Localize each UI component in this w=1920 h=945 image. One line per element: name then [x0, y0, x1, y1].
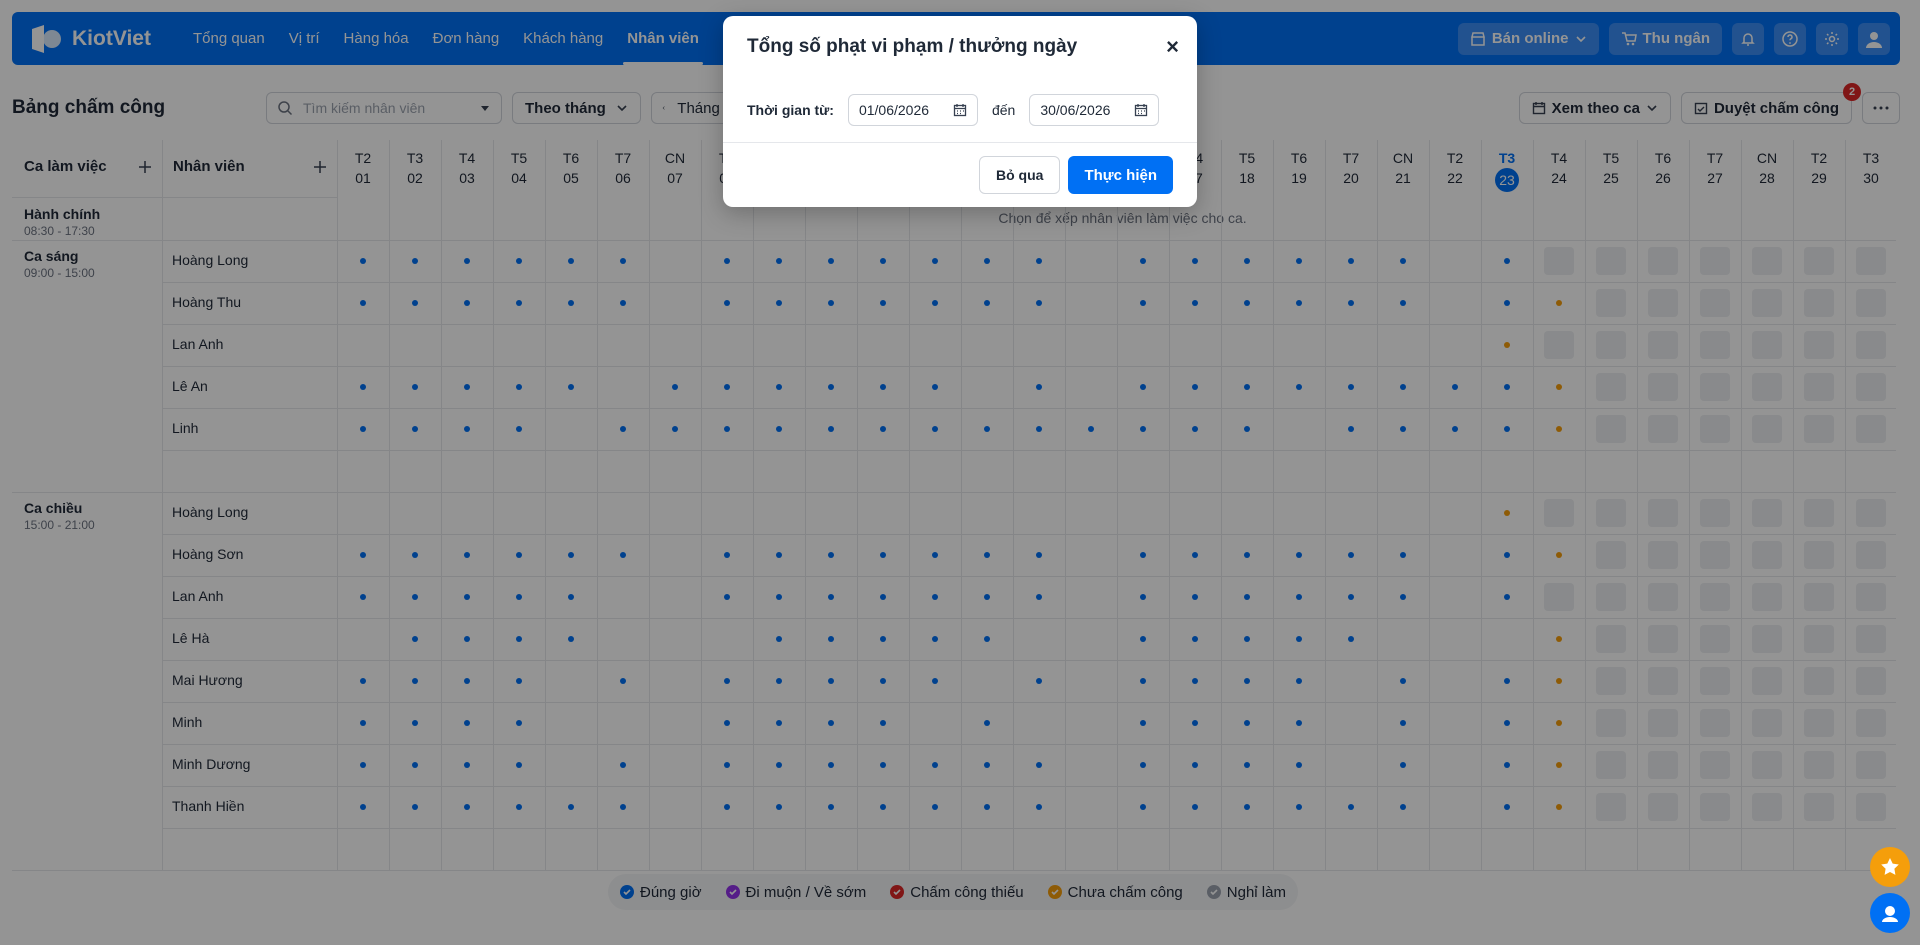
support-fab[interactable]	[1870, 893, 1910, 933]
to-date-input[interactable]: 30/06/2026	[1029, 94, 1160, 126]
dialog-divider	[723, 142, 1197, 143]
from-date-input[interactable]: 01/06/2026	[847, 94, 978, 126]
from-date-value: 01/06/2026	[858, 102, 930, 118]
cancel-button[interactable]: Bỏ qua	[979, 156, 1061, 194]
close-icon[interactable]: ×	[1166, 36, 1179, 58]
support-agent-icon	[1882, 906, 1898, 922]
submit-button[interactable]: Thực hiện	[1068, 156, 1173, 194]
calendar-icon[interactable]	[1134, 103, 1148, 117]
to-date-label: đến	[991, 102, 1016, 118]
penalty-bonus-dialog: Tổng số phạt vi phạm / thưởng ngày × Thờ…	[723, 16, 1197, 207]
star-icon	[1881, 858, 1899, 875]
to-date-value: 30/06/2026	[1040, 102, 1111, 118]
calendar-icon[interactable]	[953, 103, 967, 117]
dialog-title: Tổng số phạt vi phạm / thưởng ngày	[747, 36, 1078, 57]
from-date-label: Thời gian từ:	[747, 102, 834, 118]
favorite-fab[interactable]	[1870, 847, 1910, 887]
